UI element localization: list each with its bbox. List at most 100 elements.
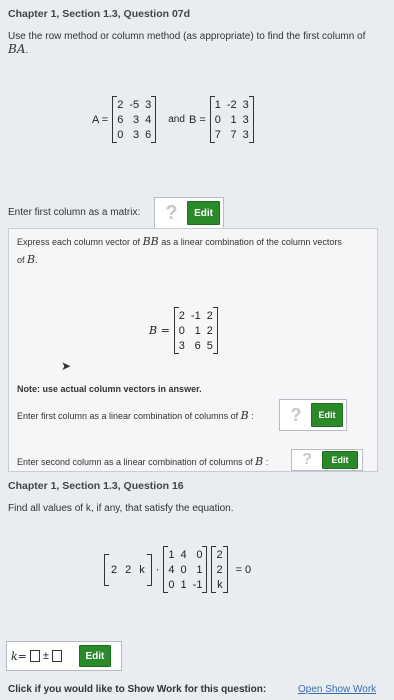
instruction-body: Use the row method or column method (as … bbox=[8, 31, 366, 42]
hint-matrix-cell: 6 bbox=[194, 339, 201, 352]
instruction-text: Use the row method or column method (as … bbox=[8, 31, 366, 56]
hint-panel: Express each column vector of BB as a li… bbox=[8, 228, 378, 472]
hint-var-a: BB bbox=[142, 235, 159, 248]
first-col-text: Enter first column as a linear combinati… bbox=[17, 411, 239, 421]
hint-matrix-cell: 1 bbox=[194, 324, 201, 337]
hint-instruction: Express each column vector of BB as a li… bbox=[17, 235, 342, 266]
matrix-a-cell: 3 bbox=[145, 98, 152, 111]
enter-first-column-label: Enter first column as a matrix: bbox=[8, 207, 141, 218]
hint-var-b: B bbox=[27, 253, 36, 266]
matrix-a-cell: 3 bbox=[133, 113, 140, 126]
answer-input-2[interactable]: ? bbox=[283, 403, 309, 427]
equals-zero: = 0 bbox=[235, 563, 252, 576]
hint-matrix-group: B = 2 -1 2 0 1 2 3 6 5 bbox=[149, 307, 218, 354]
second-col-text: Enter second column as a linear combinat… bbox=[17, 457, 253, 467]
second-col-colon: : bbox=[265, 457, 269, 467]
first-col-var: B bbox=[240, 409, 249, 422]
second-col-label: Enter second column as a linear combinat… bbox=[17, 455, 268, 468]
note-bold: Note: bbox=[17, 384, 40, 394]
matrix-a-label: A = bbox=[92, 113, 109, 126]
edit-button-4[interactable]: Edit bbox=[78, 645, 111, 667]
coef-matrix-cell: 0 bbox=[168, 578, 175, 591]
answer-input-3[interactable]: ? bbox=[294, 451, 320, 469]
col-vector-cell: k bbox=[217, 578, 223, 591]
note-text: Note: use actual column vectors in answe… bbox=[17, 384, 202, 394]
row-vector-cell: 2 bbox=[111, 563, 118, 576]
hint-matrix-cell: 2 bbox=[206, 309, 213, 322]
row-vector: 22k bbox=[104, 553, 152, 586]
k-label: k= bbox=[11, 649, 27, 663]
coef-matrix: 1 4 0 4 0 1 0 1 -1 bbox=[163, 546, 208, 593]
first-col-colon: : bbox=[251, 411, 254, 421]
matrix-b-cell: 1 bbox=[230, 113, 237, 126]
matrix-b-cell: 3 bbox=[242, 113, 249, 126]
coef-matrix-cell: 1 bbox=[168, 548, 175, 561]
matrix-b-cell: 3 bbox=[242, 128, 249, 141]
matrix-a-cell: 4 bbox=[145, 113, 152, 126]
hint-matrix-label: B = bbox=[149, 324, 170, 337]
matrix-b-cell: -2 bbox=[226, 98, 237, 111]
hint-text-a: Express each column vector of bbox=[17, 237, 141, 247]
show-work-label: Click if you would like to Show Work for… bbox=[8, 684, 267, 695]
question-title: Chapter 1, Section 1.3, Question 07d bbox=[8, 8, 191, 20]
row-vector-cell: k bbox=[139, 563, 145, 576]
dot-operator: · bbox=[155, 563, 160, 576]
pm-sign: ± bbox=[42, 650, 49, 662]
coef-matrix-cell: 1 bbox=[180, 578, 187, 591]
target-var: BA bbox=[8, 42, 26, 56]
k-input-2[interactable] bbox=[51, 650, 62, 662]
matrix-a-cell: 2 bbox=[117, 98, 124, 111]
equation: 22k · 1 4 0 4 0 1 0 1 -1 22k = 0 bbox=[104, 546, 251, 593]
first-col-label: Enter first column as a linear combinati… bbox=[17, 409, 254, 422]
matrix-a-cell: -5 bbox=[129, 98, 140, 111]
coef-matrix-cell: 4 bbox=[168, 563, 175, 576]
matrix-b-cell: 7 bbox=[214, 128, 221, 141]
matrix-b-cell: 1 bbox=[214, 98, 221, 111]
hint-matrix-cell: 5 bbox=[206, 339, 213, 352]
matrix-b-label: B = bbox=[188, 113, 206, 126]
hint-matrix-cell: 2 bbox=[178, 309, 185, 322]
matrix-a-cell: 3 bbox=[133, 128, 140, 141]
matrix-b-cell: 7 bbox=[230, 128, 237, 141]
matrix-a: 2 -5 3 6 3 4 0 3 6 bbox=[112, 96, 157, 143]
note-body: use actual column vectors in answer. bbox=[42, 384, 202, 394]
edit-button-1[interactable]: Edit bbox=[187, 201, 220, 225]
row-vector-cell: 2 bbox=[125, 563, 132, 576]
open-show-work-link[interactable]: Open Show Work bbox=[298, 684, 376, 695]
second-col-var: B bbox=[255, 455, 264, 468]
coef-matrix-cell: 0 bbox=[196, 548, 203, 561]
hint-matrix-cell: 2 bbox=[206, 324, 213, 337]
answer-field-2: ? Edit bbox=[279, 399, 347, 431]
matrix-b-cell: 3 bbox=[242, 98, 249, 111]
answer-field-3: ? Edit bbox=[291, 449, 363, 471]
matrix-a-cell: 0 bbox=[117, 128, 124, 141]
matrix-a-cell: 6 bbox=[117, 113, 124, 126]
matrix-b-cell: 0 bbox=[214, 113, 221, 126]
k-input-1[interactable] bbox=[29, 650, 40, 662]
k-answer-field: k= ± Edit bbox=[6, 641, 122, 671]
col-vector: 2 2 k bbox=[211, 546, 228, 593]
question-title-2: Chapter 1, Section 1.3, Question 16 bbox=[8, 480, 184, 492]
coef-matrix-cell: 0 bbox=[180, 563, 187, 576]
matrix-a-cell: 6 bbox=[145, 128, 152, 141]
edit-button-2[interactable]: Edit bbox=[311, 403, 343, 427]
matrix-b: 1 -2 3 0 1 3 7 7 3 bbox=[209, 96, 254, 143]
hint-text-c: of bbox=[17, 255, 25, 265]
col-vector-cell: 2 bbox=[216, 548, 223, 561]
hint-matrix-cell: -1 bbox=[190, 309, 201, 322]
col-vector-cell: 2 bbox=[216, 563, 223, 576]
coef-matrix-cell: 1 bbox=[196, 563, 203, 576]
edit-button-3[interactable]: Edit bbox=[322, 451, 358, 469]
and-label: and bbox=[168, 114, 185, 125]
coef-matrix-cell: -1 bbox=[192, 578, 203, 591]
matrices-a-b: A = 2 -5 3 6 3 4 0 3 6 and B = 1 -2 3 0 1 3 7 7 3 bbox=[92, 96, 254, 143]
instruction-text-2: Find all values of k, if any, that satis… bbox=[8, 503, 234, 514]
hint-matrix-cell: 3 bbox=[178, 339, 185, 352]
cursor-icon: ➤ bbox=[61, 359, 72, 373]
hint-matrix-b: 2 -1 2 0 1 2 3 6 5 bbox=[173, 307, 218, 354]
answer-input-1[interactable]: ? bbox=[158, 201, 185, 225]
hint-text-b: as a linear combination of the column ve… bbox=[161, 237, 342, 247]
coef-matrix-cell: 4 bbox=[180, 548, 187, 561]
answer-field-1: ? Edit bbox=[154, 197, 224, 229]
hint-matrix-cell: 0 bbox=[178, 324, 185, 337]
